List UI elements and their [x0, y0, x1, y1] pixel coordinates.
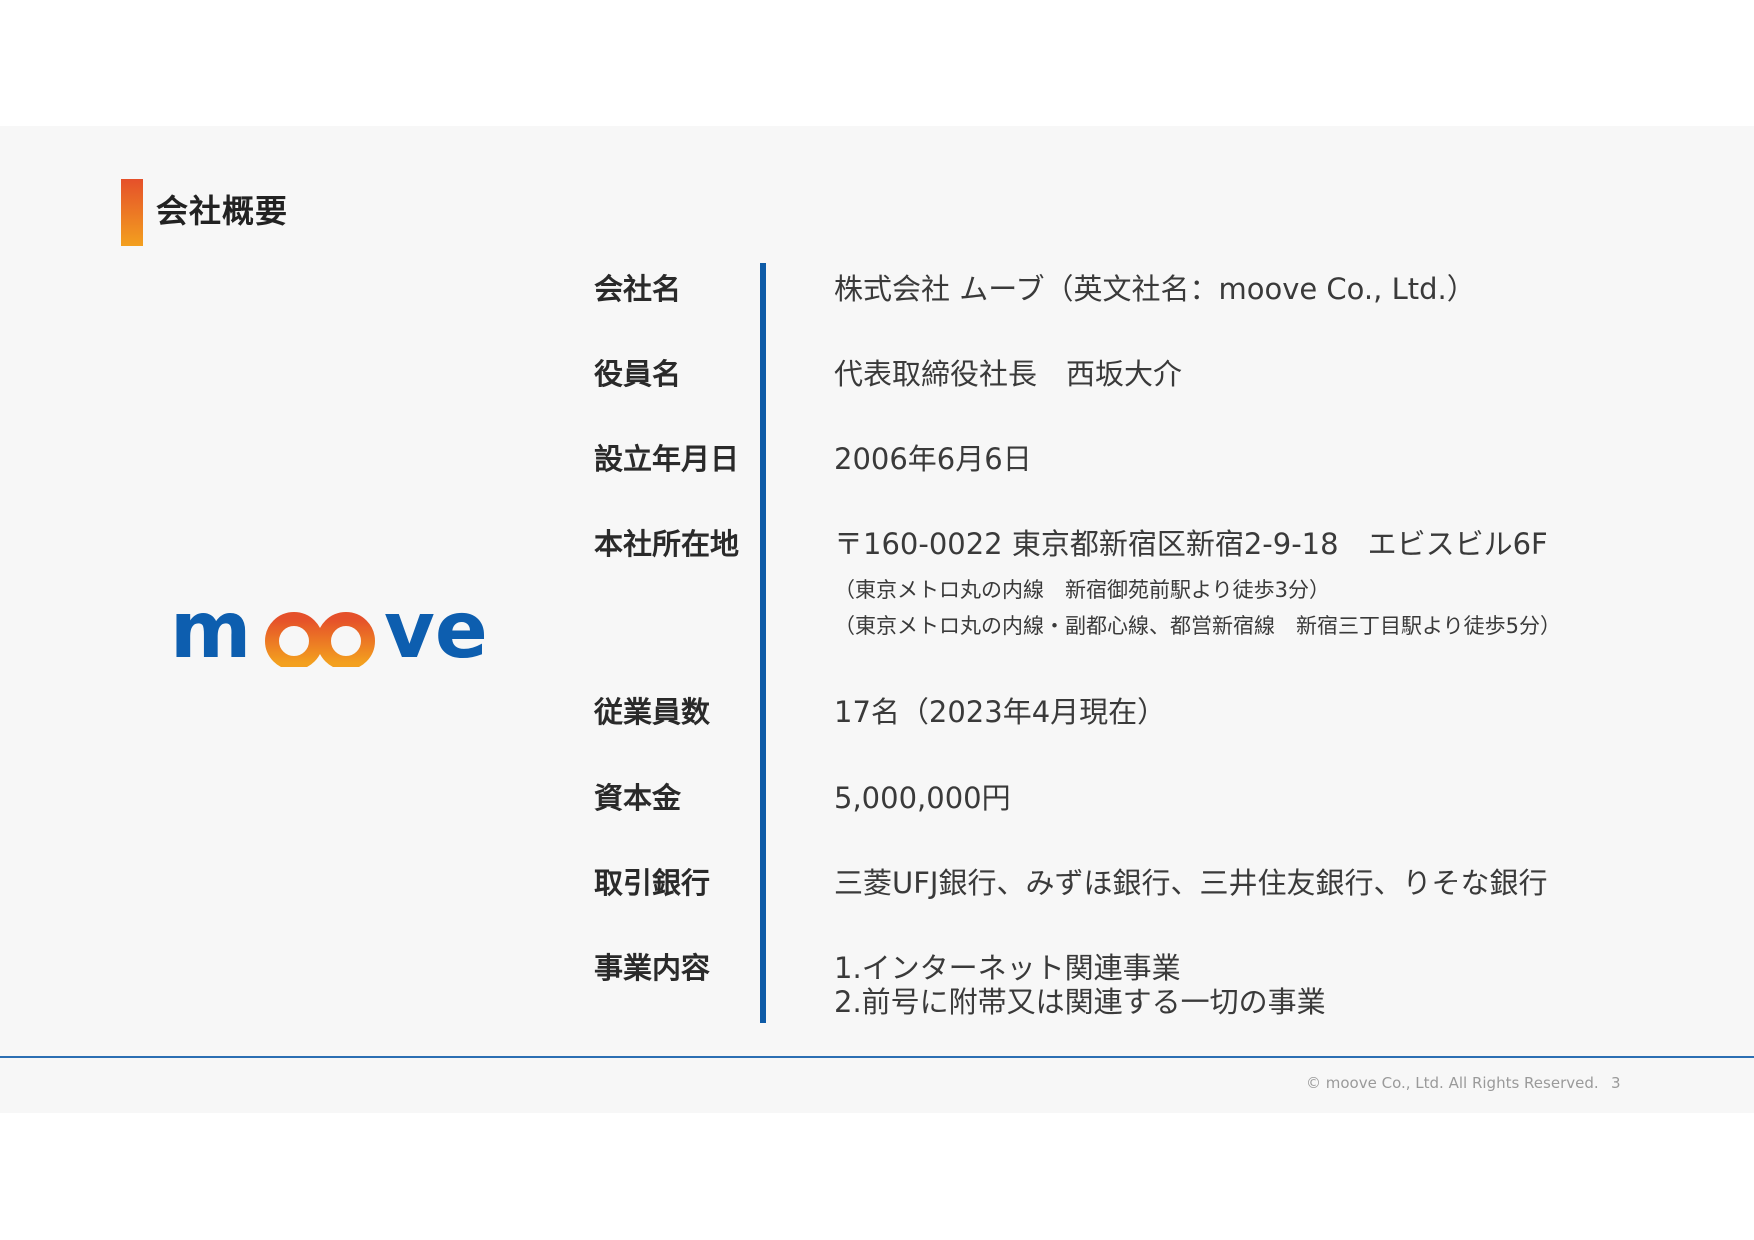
- slide: 会社概要 m ve 会社名 株式会社 ムーブ（英文社名：moove Co., L…: [0, 126, 1754, 1113]
- moove-logo: m ve: [170, 591, 500, 671]
- value-capital: 5,000,000円: [834, 781, 1011, 815]
- vertical-divider: [760, 263, 766, 1023]
- logo-infinity-icon: [265, 612, 375, 667]
- label-founded: 設立年月日: [594, 442, 740, 476]
- logo-text-left: m: [170, 586, 252, 676]
- label-company-name: 会社名: [594, 272, 682, 306]
- value-company-name: 株式会社 ムーブ（英文社名：moove Co., Ltd.）: [834, 272, 1476, 306]
- label-banks: 取引銀行: [594, 866, 711, 900]
- title-accent-bar: [121, 179, 143, 246]
- label-capital: 資本金: [594, 781, 682, 815]
- value-founded: 2006年6月6日: [834, 442, 1032, 476]
- label-employees: 従業員数: [594, 695, 711, 729]
- label-headquarters: 本社所在地: [594, 527, 740, 561]
- value-headquarters: 〒160-0022 東京都新宿区新宿2-9-18 エビスビル6F: [834, 527, 1548, 561]
- footer-copyright: © moove Co., Ltd. All Rights Reserved.: [1306, 1074, 1599, 1092]
- footer-divider: [0, 1056, 1754, 1058]
- value-officers: 代表取締役社長 西坂大介: [834, 357, 1183, 391]
- value-banks: 三菱UFJ銀行、みずほ銀行、三井住友銀行、りそな銀行: [834, 866, 1548, 900]
- value-business-2: 2.前号に附帯又は関連する一切の事業: [834, 985, 1326, 1019]
- logo-text-right: ve: [384, 586, 488, 676]
- hq-access-note: （東京メトロ丸の内線・副都心線、都営新宿線 新宿三丁目駅より徒歩5分）: [834, 614, 1561, 638]
- label-officers: 役員名: [594, 357, 682, 391]
- hq-access-note: （東京メトロ丸の内線 新宿御苑前駅より徒歩3分）: [834, 578, 1330, 602]
- label-business: 事業内容: [594, 951, 711, 985]
- value-employees: 17名（2023年4月現在）: [834, 695, 1167, 729]
- page-number: 3: [1611, 1074, 1621, 1092]
- page-title: 会社概要: [156, 192, 289, 230]
